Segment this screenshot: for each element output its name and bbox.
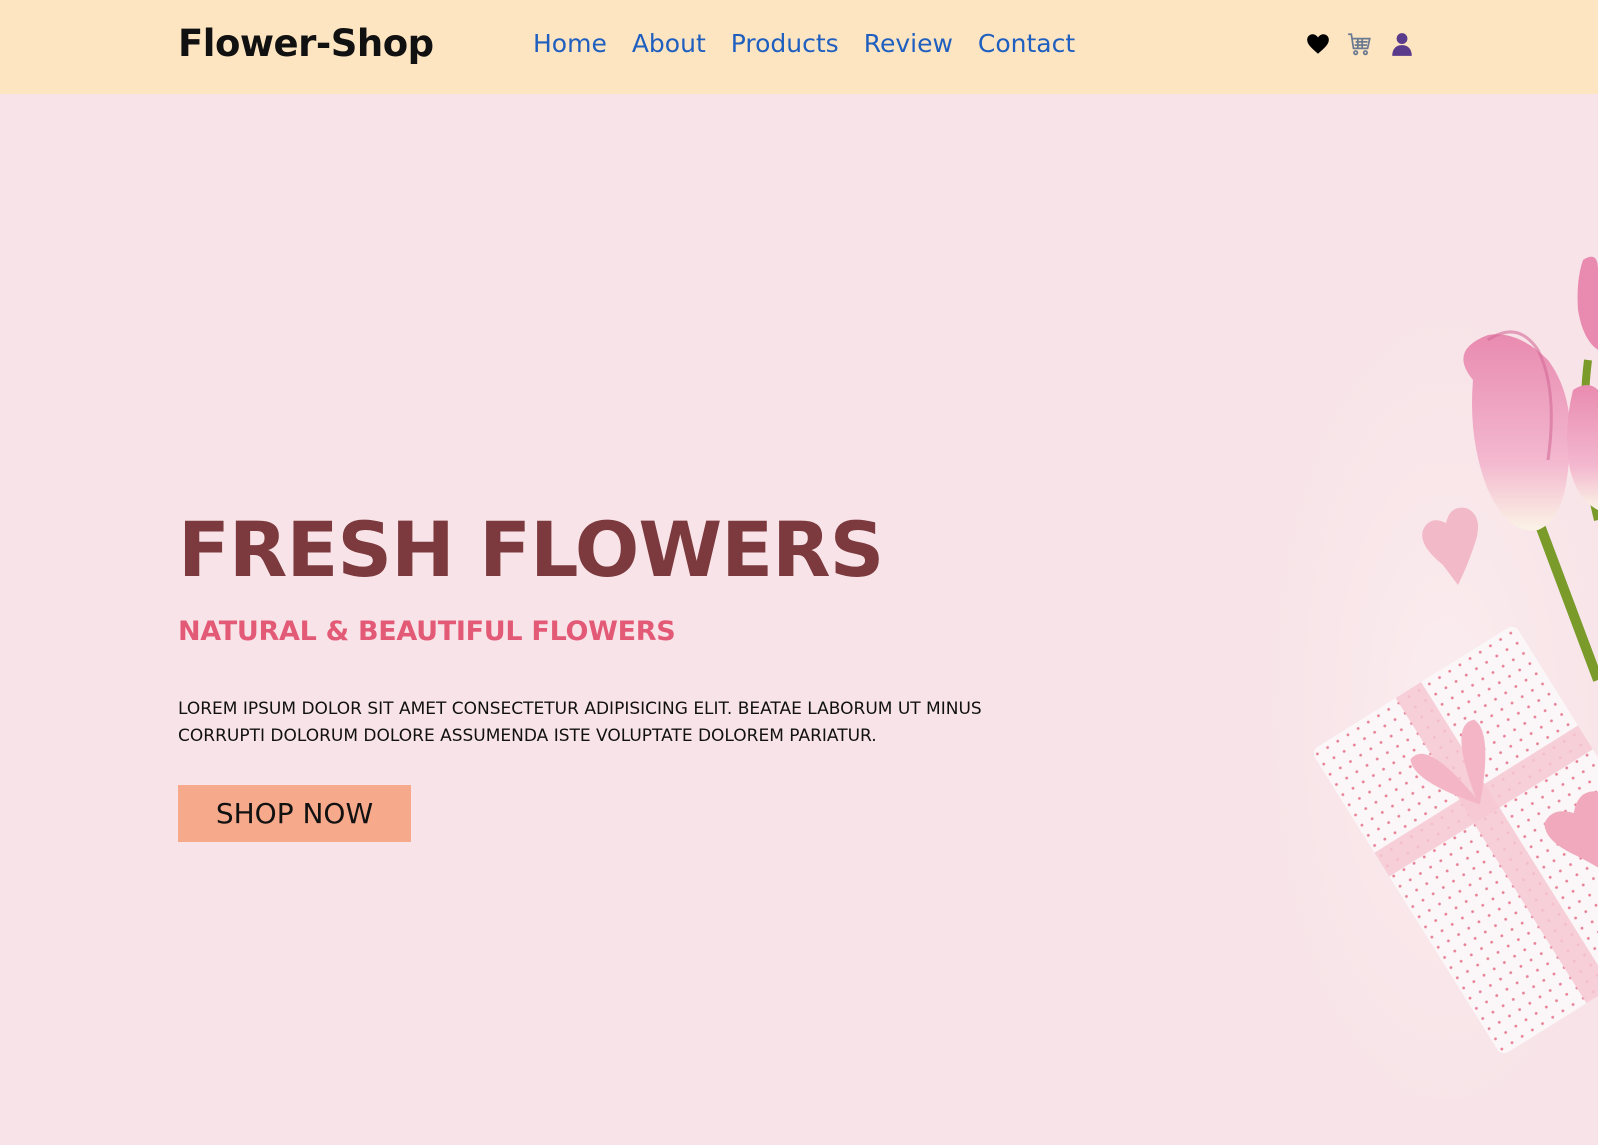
user-icon[interactable] — [1389, 31, 1415, 57]
nav-link-home[interactable]: Home — [533, 29, 607, 58]
cart-icon[interactable] — [1347, 31, 1373, 57]
hero-description: LOREM IPSUM DOLOR SIT AMET CONSECTETUR A… — [178, 699, 982, 746]
nav-link-about[interactable]: About — [632, 29, 706, 58]
nav-link-products[interactable]: Products — [731, 29, 839, 58]
header-icons — [1305, 31, 1415, 57]
heart-icon[interactable] — [1305, 31, 1331, 57]
logo[interactable]: Flower-Shop — [178, 22, 434, 65]
hero-image — [1218, 240, 1598, 1100]
page: Flower-Shop Home About Products Review C… — [0, 0, 1598, 1145]
nav-link-contact[interactable]: Contact — [978, 29, 1075, 58]
shop-now-button[interactable]: SHOP NOW — [178, 785, 411, 842]
site-header: Flower-Shop Home About Products Review C… — [0, 0, 1598, 94]
nav-link-review[interactable]: Review — [864, 29, 953, 58]
hero-title: FRESH FLOWERS — [178, 505, 884, 594]
hero-subtitle: NATURAL & BEAUTIFUL FLOWERS — [178, 616, 676, 647]
main-nav: Home About Products Review Contact — [533, 29, 1100, 58]
